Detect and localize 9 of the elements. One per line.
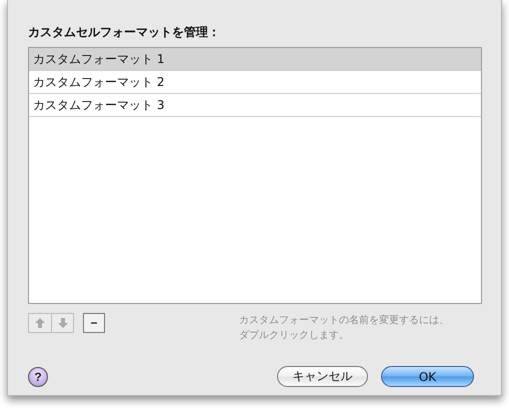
cancel-button[interactable]: キャンセル bbox=[277, 366, 368, 387]
ok-button[interactable]: OK bbox=[381, 366, 474, 387]
format-list-item[interactable]: カスタムフォーマット 1 bbox=[29, 48, 481, 71]
dialog-title: カスタムセルフォーマットを管理： bbox=[28, 24, 221, 41]
down-arrow-icon bbox=[58, 318, 68, 328]
hint-text: カスタムフォーマットの名前を変更するには、 ダブルクリックします。 bbox=[239, 314, 450, 343]
remove-button[interactable]: − bbox=[83, 313, 105, 333]
up-arrow-icon bbox=[35, 318, 45, 328]
help-button[interactable]: ? bbox=[28, 366, 48, 386]
